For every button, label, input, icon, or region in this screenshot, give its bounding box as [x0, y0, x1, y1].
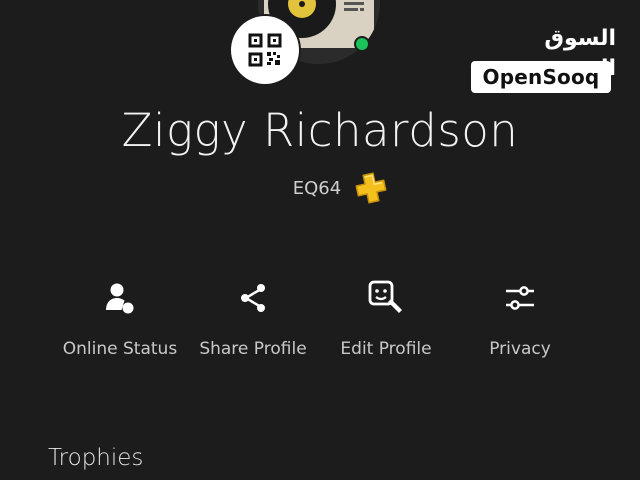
- privacy-label: Privacy: [489, 339, 551, 359]
- online-status-icon: [106, 283, 134, 314]
- online-status-indicator: [354, 36, 370, 52]
- sliders-icon: [506, 286, 534, 310]
- share-profile-label: Share Profile: [199, 339, 307, 359]
- profile-screen: السوق المفتوح OpenSooq Ziggy Richardson …: [0, 0, 640, 480]
- privacy-button[interactable]: Privacy: [454, 270, 586, 370]
- trophies-section-title[interactable]: Trophies: [48, 441, 143, 475]
- share-icon: [241, 284, 265, 312]
- profile-actions: Online Status Share Profile Edit Profile…: [0, 270, 640, 370]
- edit-profile-icon: [368, 280, 402, 313]
- online-status-icon-wrap: [54, 278, 186, 318]
- playstation-plus-icon: [355, 172, 387, 204]
- online-id-row: EQ64: [0, 168, 640, 208]
- online-status-button[interactable]: Online Status: [54, 270, 186, 370]
- privacy-icon-wrap: [454, 278, 586, 318]
- opensooq-watermark: السوق المفتوح OpenSooq: [468, 24, 616, 98]
- online-status-label: Online Status: [62, 339, 178, 359]
- watermark-brand-badge: OpenSooq: [471, 61, 611, 93]
- online-id: EQ64: [292, 177, 342, 199]
- qr-code-button[interactable]: [231, 16, 299, 84]
- edit-profile-icon-wrap: [320, 278, 452, 318]
- edit-profile-button[interactable]: Edit Profile: [320, 270, 452, 370]
- edit-profile-label: Edit Profile: [340, 339, 432, 359]
- share-profile-button[interactable]: Share Profile: [187, 270, 319, 370]
- share-icon-wrap: [187, 278, 319, 318]
- qr-code-icon: [248, 33, 282, 67]
- profile-name: Ziggy Richardson: [121, 104, 519, 157]
